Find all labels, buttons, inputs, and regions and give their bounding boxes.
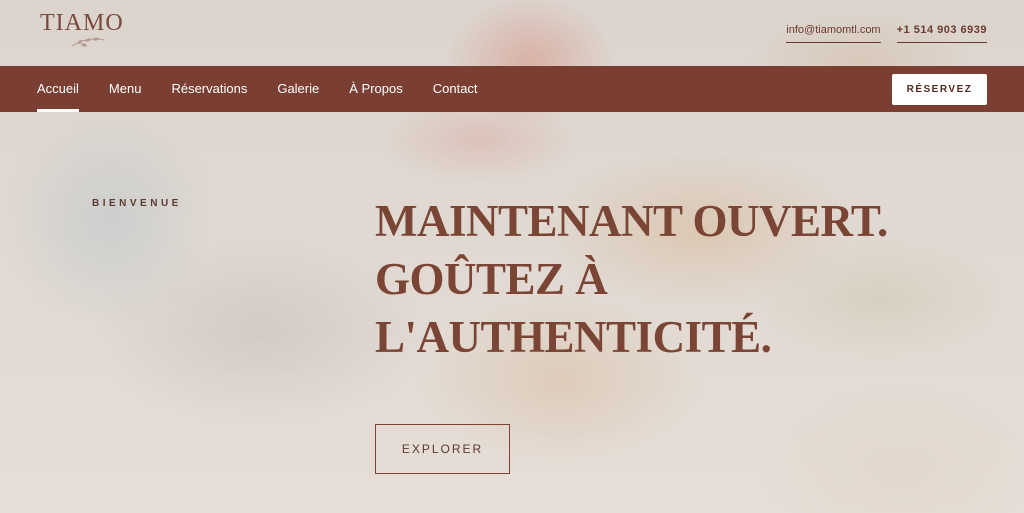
- top-bar: TIAMO info@tiamomtl.com +1 514 903 6939: [0, 0, 1024, 66]
- nav-item-contact[interactable]: Contact: [433, 66, 478, 112]
- hero-eyebrow: BIENVENUE: [92, 198, 182, 209]
- hero-headline: MAINTENANT OUVERT. GOÛTEZ À L'AUTHENTICI…: [375, 192, 975, 366]
- nav-item-galerie[interactable]: Galerie: [277, 66, 319, 112]
- phone-link[interactable]: +1 514 903 6939: [896, 24, 987, 43]
- main-navigation: Accueil Menu Réservations Galerie À Prop…: [0, 66, 1024, 112]
- nav-item-reservations[interactable]: Réservations: [171, 66, 247, 112]
- nav-item-a-propos[interactable]: À Propos: [349, 66, 402, 112]
- nav-list: Accueil Menu Réservations Galerie À Prop…: [37, 66, 508, 112]
- logo[interactable]: TIAMO: [40, 10, 124, 37]
- email-link[interactable]: info@tiamomtl.com: [786, 24, 881, 43]
- explore-button[interactable]: EXPLORER: [375, 424, 510, 474]
- contact-links: info@tiamomtl.com +1 514 903 6939: [786, 24, 987, 43]
- olive-sprig-icon: [71, 37, 105, 47]
- headline-line-3: L'AUTHENTICITÉ.: [375, 312, 772, 362]
- headline-line-2: GOÛTEZ À: [375, 254, 608, 304]
- headline-line-1: MAINTENANT OUVERT.: [375, 196, 888, 246]
- reserve-button[interactable]: RÉSERVEZ: [892, 74, 987, 105]
- nav-item-menu[interactable]: Menu: [109, 66, 142, 112]
- nav-item-accueil[interactable]: Accueil: [37, 66, 79, 112]
